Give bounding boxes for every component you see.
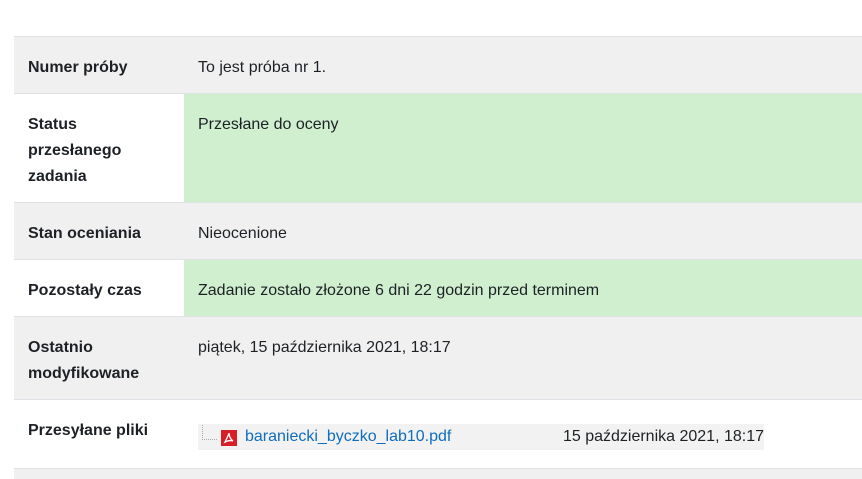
attempt-value: To jest próba nr 1. — [184, 36, 862, 94]
time-remaining-label: Pozostały czas — [14, 259, 184, 317]
tree-connector — [202, 424, 217, 440]
grading-status-value: Nieocenione — [184, 202, 862, 260]
table-row-submission-status: Status przesłanego zadania Przesłane do … — [14, 93, 862, 203]
next-row-fragment — [14, 468, 862, 479]
file-link[interactable]: baraniecki_byczko_lab10.pdf — [245, 424, 451, 450]
table-row-attempt: Numer próby To jest próba nr 1. — [14, 36, 862, 94]
files-value: baraniecki_byczko_lab10.pdf 15 październ… — [184, 399, 862, 462]
file-date: 15 października 2021, 18:17 — [562, 428, 764, 445]
table-row-last-modified: Ostatnio modyfikowane piątek, 15 paździe… — [14, 316, 862, 400]
table-row-grading-status: Stan oceniania Nieocenione — [14, 202, 862, 260]
table-row-files: Przesyłane pliki baraniecki_byczko_lab10… — [14, 399, 862, 462]
last-modified-label: Ostatnio modyfikowane — [14, 316, 184, 400]
files-label: Przesyłane pliki — [14, 399, 184, 462]
time-remaining-value: Zadanie zostało złożone 6 dni 22 godzin … — [184, 259, 862, 317]
attempt-label: Numer próby — [14, 36, 184, 94]
table-row-time-remaining: Pozostały czas Zadanie zostało złożone 6… — [14, 259, 862, 317]
submission-status-value: Przesłane do oceny — [184, 93, 862, 203]
pdf-icon — [221, 429, 237, 446]
submission-status-label: Status przesłanego zadania — [14, 93, 184, 203]
submission-status-table: Numer próby To jest próba nr 1. Status p… — [14, 36, 862, 462]
file-item: baraniecki_byczko_lab10.pdf 15 październ… — [198, 424, 764, 450]
grading-status-label: Stan oceniania — [14, 202, 184, 260]
last-modified-value: piątek, 15 października 2021, 18:17 — [184, 316, 862, 400]
